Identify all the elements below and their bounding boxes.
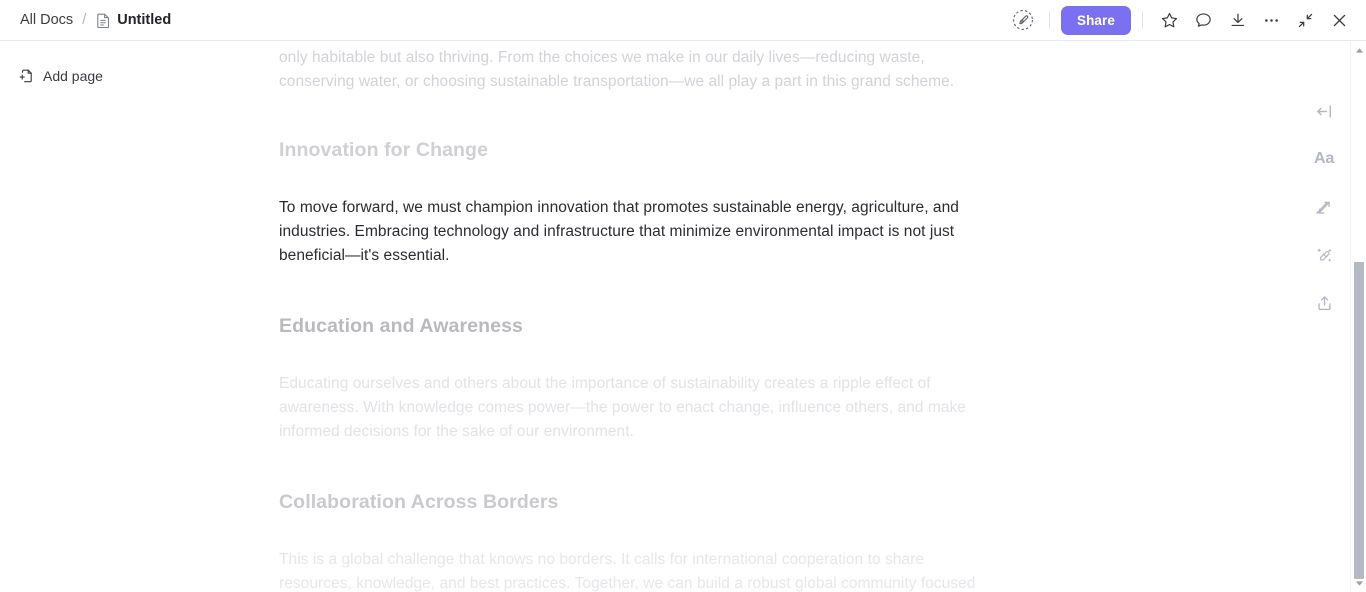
translate-swap-icon[interactable] — [1309, 192, 1339, 222]
heading-block[interactable]: Education and Awareness — [279, 312, 523, 340]
paragraph-block[interactable]: Educating ourselves and others about the… — [279, 372, 991, 444]
ai-magic-wand-icon[interactable] — [1309, 240, 1339, 270]
breadcrumb-separator: / — [82, 12, 87, 28]
header-divider-2 — [1142, 11, 1143, 29]
right-toolbar: Aa — [1302, 41, 1346, 318]
vertical-scrollbar[interactable] — [1350, 41, 1366, 592]
sidebar-item-add-page-label: Add page — [43, 68, 103, 84]
ellipsis-icon[interactable] — [1256, 5, 1286, 35]
header-divider-1 — [1048, 11, 1050, 29]
scroll-up-arrow[interactable] — [1351, 42, 1366, 58]
document-body[interactable]: only habitable but also thriving. From t… — [279, 41, 991, 592]
sidebar-item-add-page[interactable]: Add page — [10, 63, 111, 89]
app-header: All Docs / Untitled Share — [0, 0, 1366, 41]
document-scroll-area[interactable]: only habitable but also thriving. From t… — [257, 41, 1346, 592]
left-sidebar: Add page — [0, 41, 257, 592]
heading-block[interactable]: Collaboration Across Borders — [279, 488, 558, 516]
breadcrumb-current-doc[interactable]: Untitled — [93, 10, 174, 30]
breadcrumb: All Docs / Untitled — [18, 10, 174, 30]
scrollbar-thumb[interactable] — [1354, 262, 1364, 579]
breadcrumb-all-docs[interactable]: All Docs — [18, 10, 75, 30]
text-style-icon[interactable]: Aa — [1309, 144, 1339, 174]
document-editor-window: All Docs / Untitled Share Add page only … — [0, 0, 1366, 592]
text-style-label: Aa — [1313, 150, 1335, 167]
heading-block[interactable]: Innovation for Change — [279, 136, 488, 164]
minimize-arrows-icon[interactable] — [1290, 5, 1320, 35]
upload-export-icon[interactable] — [1309, 288, 1339, 318]
header-actions: Share — [1008, 5, 1354, 35]
close-x-icon[interactable] — [1324, 5, 1354, 35]
header-icon-group — [1154, 5, 1354, 35]
scroll-down-arrow[interactable] — [1351, 575, 1366, 591]
collapse-panel-icon[interactable] — [1309, 96, 1339, 126]
paragraph-block[interactable]: This is a global challenge that knows no… — [279, 548, 991, 592]
paragraph-block[interactable]: only habitable but also thriving. From t… — [279, 46, 991, 94]
edit-pen-circle-icon[interactable] — [1008, 5, 1038, 35]
add-page-icon — [18, 68, 34, 84]
document-icon — [96, 12, 110, 28]
speech-bubble-icon[interactable] — [1188, 5, 1218, 35]
arrow-down-to-line-icon[interactable] — [1222, 5, 1252, 35]
share-button[interactable]: Share — [1060, 5, 1131, 35]
paragraph-block[interactable]: To move forward, we must champion innova… — [279, 196, 991, 268]
star-icon[interactable] — [1154, 5, 1184, 35]
breadcrumb-current-label: Untitled — [117, 12, 172, 28]
